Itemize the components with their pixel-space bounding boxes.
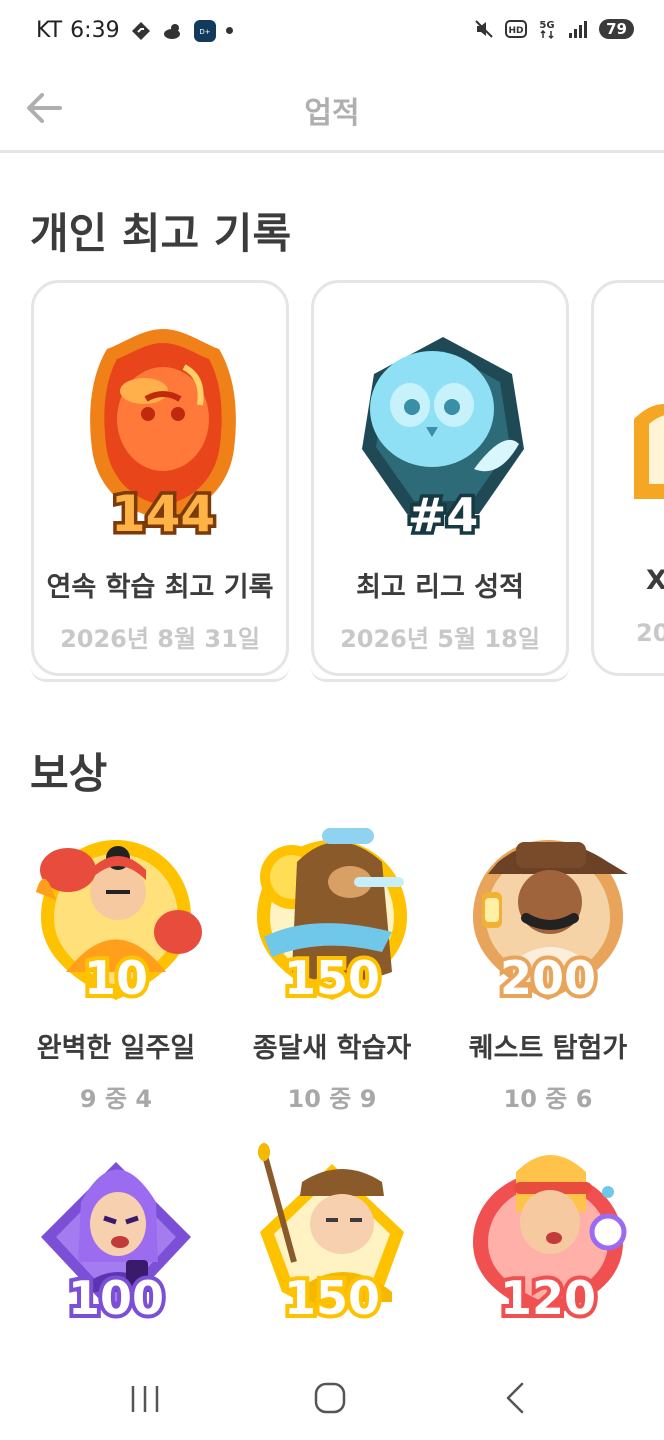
record-card-date: 2026년 5월 18일 bbox=[340, 625, 540, 653]
system-nav-bar bbox=[0, 1360, 664, 1440]
league-record-badge-value: #4 bbox=[408, 488, 479, 539]
svg-text:100: 100 bbox=[68, 1271, 164, 1325]
svg-text:200: 200 bbox=[500, 951, 596, 1005]
record-card-league[interactable]: #4 최고 리그 성적 2026년 5월 18일 bbox=[311, 280, 569, 682]
league-record-badge-icon: #4 bbox=[362, 337, 524, 539]
reward-quest-explorer[interactable]: 200 퀘스트 탐험가 10 중 6 bbox=[440, 822, 656, 1114]
record-card-label: 연속 학습 최고 기록 bbox=[46, 572, 274, 603]
svg-text:HD: HD bbox=[509, 26, 524, 36]
streak-record-badge-icon: 144 bbox=[90, 329, 236, 539]
status-bar: KT 6:39 D+ HD 5G 79 bbox=[0, 0, 664, 68]
reward-item-4[interactable]: 100 bbox=[8, 1142, 224, 1326]
record-card-label: 최고 리그 성적 bbox=[356, 572, 524, 603]
streak-record-badge-value: 144 bbox=[111, 485, 215, 539]
weather-icon bbox=[163, 23, 180, 39]
reward-item-5[interactable]: 150 bbox=[224, 1142, 440, 1326]
svg-text:150: 150 bbox=[284, 951, 380, 1005]
reward-label: 종달새 학습자 bbox=[252, 1033, 412, 1064]
back-icon[interactable] bbox=[486, 1376, 546, 1420]
record-badge-icon bbox=[634, 404, 664, 499]
app-icon: D+ bbox=[193, 19, 216, 42]
record-card-date: 2026년 8월 31일 bbox=[60, 625, 260, 653]
svg-text:5G: 5G bbox=[540, 20, 555, 31]
record-card-label: X bbox=[646, 565, 664, 596]
mute-icon bbox=[475, 20, 493, 38]
reward-badge-value-4: 100 bbox=[64, 1267, 168, 1326]
signal-icon bbox=[569, 21, 588, 38]
reward-badge-value-quest-explorer: 200 bbox=[496, 947, 600, 1006]
reward-progress: 10 중 6 bbox=[503, 1085, 593, 1113]
personal-records-carousel[interactable]: 144 연속 학습 최고 기록 2026년 8월 31일 #4 최고 리그 성적… bbox=[0, 280, 664, 690]
page-title: 업적 bbox=[304, 96, 360, 131]
navigation-icon bbox=[131, 21, 150, 40]
personal-records-title: 개인 최고 기록 bbox=[30, 209, 292, 258]
reward-label: 완벽한 일주일 bbox=[36, 1033, 196, 1064]
clock: 6:39 bbox=[70, 18, 120, 43]
home-icon[interactable] bbox=[300, 1376, 360, 1420]
recent-apps-icon[interactable] bbox=[115, 1376, 175, 1420]
rewards-title: 보상 bbox=[30, 749, 108, 798]
record-card-streak[interactable]: 144 연속 학습 최고 기록 2026년 8월 31일 bbox=[31, 280, 289, 682]
app-header: 업적 bbox=[0, 68, 664, 153]
reward-perfect-week[interactable]: 10 완벽한 일주일 9 중 4 bbox=[8, 822, 224, 1114]
svg-text:D+: D+ bbox=[199, 28, 210, 36]
reward-badge-value-early-bird: 150 bbox=[280, 947, 384, 1006]
dot-icon bbox=[225, 27, 233, 34]
reward-badge-value-6: 120 bbox=[496, 1267, 600, 1326]
reward-early-bird[interactable]: 150 종달새 학습자 10 중 9 bbox=[224, 822, 440, 1114]
svg-text:10: 10 bbox=[84, 951, 148, 1005]
reward-item-6[interactable]: 120 bbox=[440, 1142, 656, 1326]
hd-icon: HD bbox=[505, 20, 528, 38]
5g-icon: 5G bbox=[540, 20, 555, 40]
svg-text:120: 120 bbox=[500, 1271, 596, 1325]
record-card-date: 20 bbox=[636, 619, 664, 647]
svg-text:150: 150 bbox=[284, 1271, 380, 1325]
battery-indicator: 79 bbox=[599, 19, 634, 39]
reward-label: 퀘스트 탐험가 bbox=[468, 1033, 628, 1064]
reward-progress: 10 중 9 bbox=[287, 1085, 377, 1113]
carrier-label: KT bbox=[36, 18, 63, 43]
record-card-partial[interactable]: X 20 bbox=[591, 280, 664, 676]
reward-progress: 9 중 4 bbox=[79, 1085, 153, 1113]
reward-badge-value-perfect-week: 10 bbox=[80, 947, 152, 1006]
reward-badge-value-5: 150 bbox=[280, 1267, 384, 1326]
